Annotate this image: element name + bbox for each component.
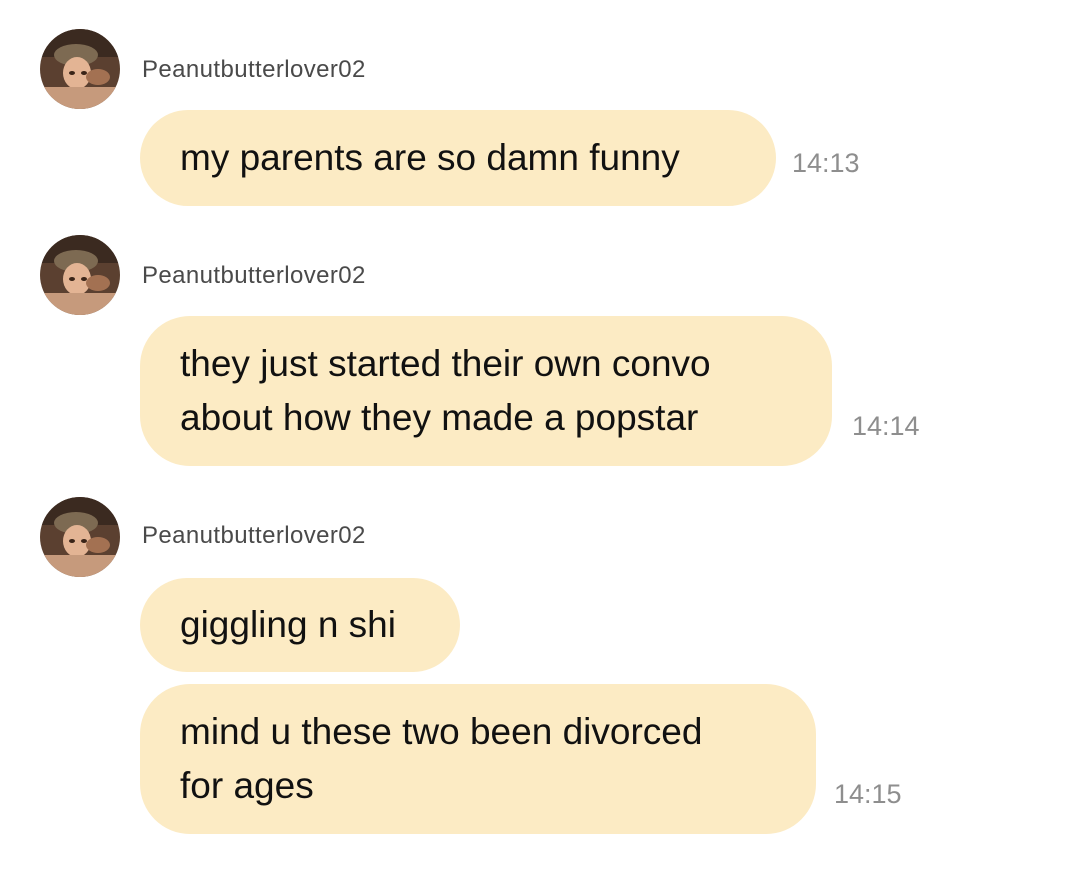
message-text-line: mind u these two been divorced: [180, 711, 703, 752]
sender-name: Peanutbutterlover02: [142, 56, 366, 83]
message-timestamp: 14:13: [792, 148, 860, 178]
message-text-line: for ages: [180, 765, 314, 806]
profile-photo-avatar: [40, 235, 120, 315]
sender-avatar[interactable]: [40, 29, 120, 109]
sender-avatar[interactable]: [40, 497, 120, 577]
message-text-line: giggling n shi: [180, 604, 396, 645]
message-bubble[interactable]: my parents are so damn funny: [140, 110, 776, 206]
message-timestamp: 14:15: [834, 779, 902, 809]
message-text-line: they just started their own convo: [180, 343, 711, 384]
message-text-line: about how they made a popstar: [180, 397, 699, 438]
message-bubble[interactable]: giggling n shi: [140, 578, 460, 672]
profile-photo-avatar: [40, 497, 120, 577]
sender-avatar[interactable]: [40, 235, 120, 315]
sender-name: Peanutbutterlover02: [142, 262, 366, 289]
message-timestamp: 14:14: [852, 411, 920, 441]
message-bubble[interactable]: mind u these two been divorced for ages: [140, 684, 816, 834]
sender-name: Peanutbutterlover02: [142, 522, 366, 549]
message-text-line: my parents are so damn funny: [180, 137, 680, 178]
message-bubble[interactable]: they just started their own convo about …: [140, 316, 832, 466]
profile-photo-avatar: [40, 29, 120, 109]
